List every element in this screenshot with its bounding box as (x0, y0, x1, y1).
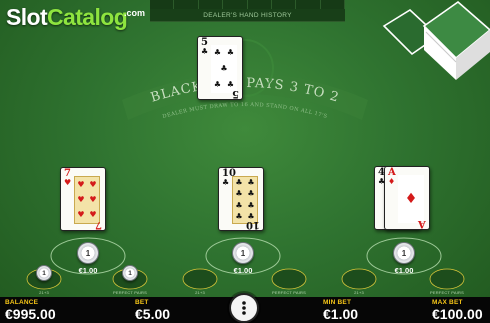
side-bet-label: 21+3 (354, 290, 364, 295)
bet-amount: €1.00 (233, 266, 253, 275)
min-bet-label: MIN BET (323, 299, 352, 306)
dealer-hand-history[interactable]: DEALER'S HAND HISTORY (150, 0, 345, 22)
blackjack-table: BLACKJACK PAYS 3 TO 2 DEALER MUST DRAW T… (0, 0, 490, 323)
player-card: 7 ♥ ♥ ♥ ♥ ♥ ♥ ♥ 7 (60, 167, 106, 231)
logo-catalog-text: Catalog (47, 4, 128, 30)
min-bet-display: MIN BET €1.00 (323, 299, 358, 322)
side-bet-21plus3-1[interactable] (27, 269, 61, 289)
bet-display: BET €5.00 (135, 299, 170, 322)
balance-label: BALANCE (5, 299, 39, 306)
bet-chip[interactable]: 1 (232, 242, 254, 264)
side-bet-label: PERFECT PAIRS (112, 290, 147, 295)
bet-amount: €1.00 (78, 266, 98, 275)
min-bet-value: €1.00 (323, 306, 359, 322)
card-rank-bottom: A (418, 218, 426, 229)
card-rank-bottom: 7 (95, 219, 102, 230)
card-pips: ♥ ♥ ♥ ♥ ♥ ♥ (74, 176, 100, 224)
heart-icon: ♥ (64, 178, 72, 187)
player-card: A ♦ ♦ A (384, 166, 430, 230)
logo-com-text: .com (124, 8, 146, 18)
side-bet-21plus3-2[interactable] (183, 269, 217, 289)
table-rule: DEALER MUST DRAW TO 16 AND STAND ON ALL … (162, 102, 328, 120)
bet-chip[interactable]: 1 (393, 242, 415, 264)
side-bet-label: PERFECT PAIRS (271, 290, 306, 295)
max-bet-display: MAX BET €100.00 (432, 299, 483, 322)
history-slots (150, 0, 345, 9)
card-rank-bottom: 5 (232, 88, 239, 99)
side-bet-label: PERFECT PAIRS (429, 290, 464, 295)
side-bet-21plus3-3[interactable] (342, 269, 376, 289)
bet-label: BET (135, 299, 149, 306)
history-label: DEALER'S HAND HISTORY (203, 12, 292, 19)
balance-display: BALANCE €995.00 (5, 299, 56, 322)
card-pips: ♣ ♣ ♣ ♣ ♣ ♣ ♣ ♣ (232, 176, 258, 224)
card-rank-bottom: 10 (246, 219, 260, 230)
club-icon: ♣ (201, 47, 209, 56)
side-bet-perfect-pairs-1[interactable] (113, 269, 147, 289)
side-bet-label: 21+3 (39, 290, 49, 295)
side-bet-perfect-pairs-2[interactable] (272, 269, 306, 289)
bet-amount: €1.00 (394, 266, 414, 275)
bet-chip[interactable]: 1 (77, 242, 99, 264)
card-pips: ♦ (398, 175, 424, 223)
card-shoe-icon (382, 0, 490, 80)
menu-button[interactable] (229, 293, 259, 323)
card-pips: ♣ ♣ ♣ ♣ ♣ (211, 45, 237, 93)
table-title: BLACKJACK PAYS 3 TO 2 (149, 76, 341, 106)
balance-value: €995.00 (5, 306, 56, 322)
side-bet-label: 21+3 (195, 290, 205, 295)
diamond-icon: ♦ (388, 177, 396, 186)
dealer-card: 5 ♣ ♣ ♣ ♣ ♣ ♣ 5 (197, 36, 243, 100)
more-vertical-icon (242, 301, 246, 315)
bet-value: €5.00 (135, 306, 171, 322)
slotcatalog-logo: SlotCatalog .com (6, 4, 145, 46)
logo-slot-text: Slot (6, 4, 48, 30)
max-bet-label: MAX BET (432, 299, 463, 306)
max-bet-value: €100.00 (432, 306, 483, 322)
club-icon: ♣ (222, 178, 230, 187)
side-bet-perfect-pairs-3[interactable] (430, 269, 464, 289)
player-card: 10 ♣ ♣ ♣ ♣ ♣ ♣ ♣ ♣ ♣ 10 (218, 167, 264, 231)
